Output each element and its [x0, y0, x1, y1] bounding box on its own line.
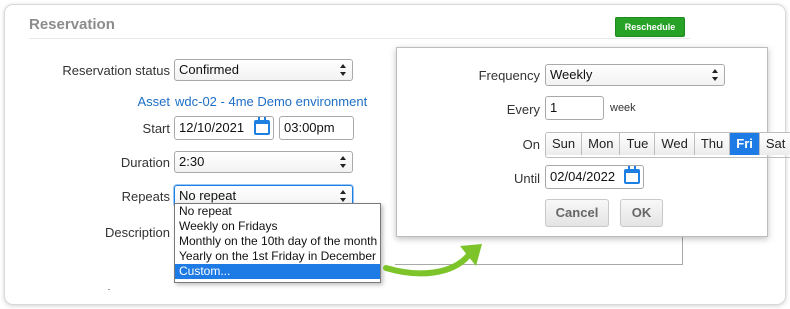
day-mon[interactable]: Mon — [582, 133, 621, 155]
day-thu[interactable]: Thu — [694, 133, 731, 155]
every-value: 1 — [550, 100, 558, 115]
section-divider — [29, 38, 690, 39]
day-tue[interactable]: Tue — [620, 133, 656, 155]
repeat-option-weekly[interactable]: Weekly on Fridays — [175, 219, 380, 234]
repeat-option-custom[interactable]: Custom... — [175, 264, 380, 279]
updown-arrows-icon — [340, 156, 347, 168]
curved-arrow-icon — [383, 244, 482, 277]
duration-label: Duration — [120, 155, 170, 170]
reschedule-button[interactable]: Reschedule — [615, 17, 685, 37]
duration-value: 2:30 — [179, 154, 205, 169]
frequency-label: Frequency — [478, 68, 540, 83]
day-sun[interactable]: Sun — [546, 133, 583, 155]
repeats-dropdown-list: No repeat Weekly on Fridays Monthly on t… — [174, 203, 381, 283]
until-label: Until — [513, 171, 540, 186]
repeat-option-yearly[interactable]: Yearly on the 1st Friday in December — [175, 249, 380, 264]
every-label: Every — [506, 102, 540, 117]
day-fri[interactable]: Fri — [730, 133, 760, 155]
custom-repeat-dialog: Frequency Weekly Every 1 week On Sun Mon… — [396, 47, 790, 237]
day-sat[interactable]: Sat — [759, 133, 790, 155]
frequency-select[interactable]: Weekly — [545, 64, 725, 86]
calendar-icon[interactable] — [254, 117, 270, 135]
asset-label: Asset — [137, 94, 170, 109]
divider-mark — [108, 289, 110, 290]
repeats-label: Repeats — [121, 189, 170, 204]
cancel-button[interactable]: Cancel — [545, 199, 609, 227]
until-date-value: 02/04/2022 — [550, 169, 616, 184]
description-label: Description — [104, 225, 170, 240]
start-label: Start — [142, 121, 170, 136]
calendar-icon[interactable] — [624, 166, 640, 184]
day-wed[interactable]: Wed — [655, 133, 695, 155]
status-value: Confirmed — [179, 62, 239, 77]
status-select[interactable]: Confirmed — [174, 59, 353, 81]
ok-button[interactable]: OK — [620, 199, 663, 227]
status-label: Reservation status — [62, 63, 170, 78]
section-title: Reservation — [29, 16, 115, 33]
on-label: On — [522, 137, 540, 152]
repeats-value: No repeat — [179, 188, 237, 203]
updown-arrows-icon — [340, 64, 347, 76]
repeat-option-monthly[interactable]: Monthly on the 10th day of the month — [175, 234, 380, 249]
updown-arrows-icon — [712, 69, 719, 81]
frequency-value: Weekly — [550, 67, 593, 82]
weekday-picker: Sun Mon Tue Wed Thu Fri Sat — [545, 132, 790, 158]
duration-select[interactable]: 2:30 — [174, 151, 353, 173]
start-time-input[interactable]: 03:00pm — [279, 116, 354, 140]
repeat-option-no-repeat[interactable]: No repeat — [175, 204, 380, 219]
asset-link[interactable]: wdc-02 - 4me Demo environment — [175, 94, 367, 109]
updown-arrows-icon — [340, 190, 347, 202]
every-input[interactable]: 1 — [545, 96, 604, 120]
start-date-value: 12/10/2021 — [179, 120, 245, 135]
every-unit: week — [610, 102, 636, 114]
start-time-value: 03:00pm — [284, 120, 335, 135]
